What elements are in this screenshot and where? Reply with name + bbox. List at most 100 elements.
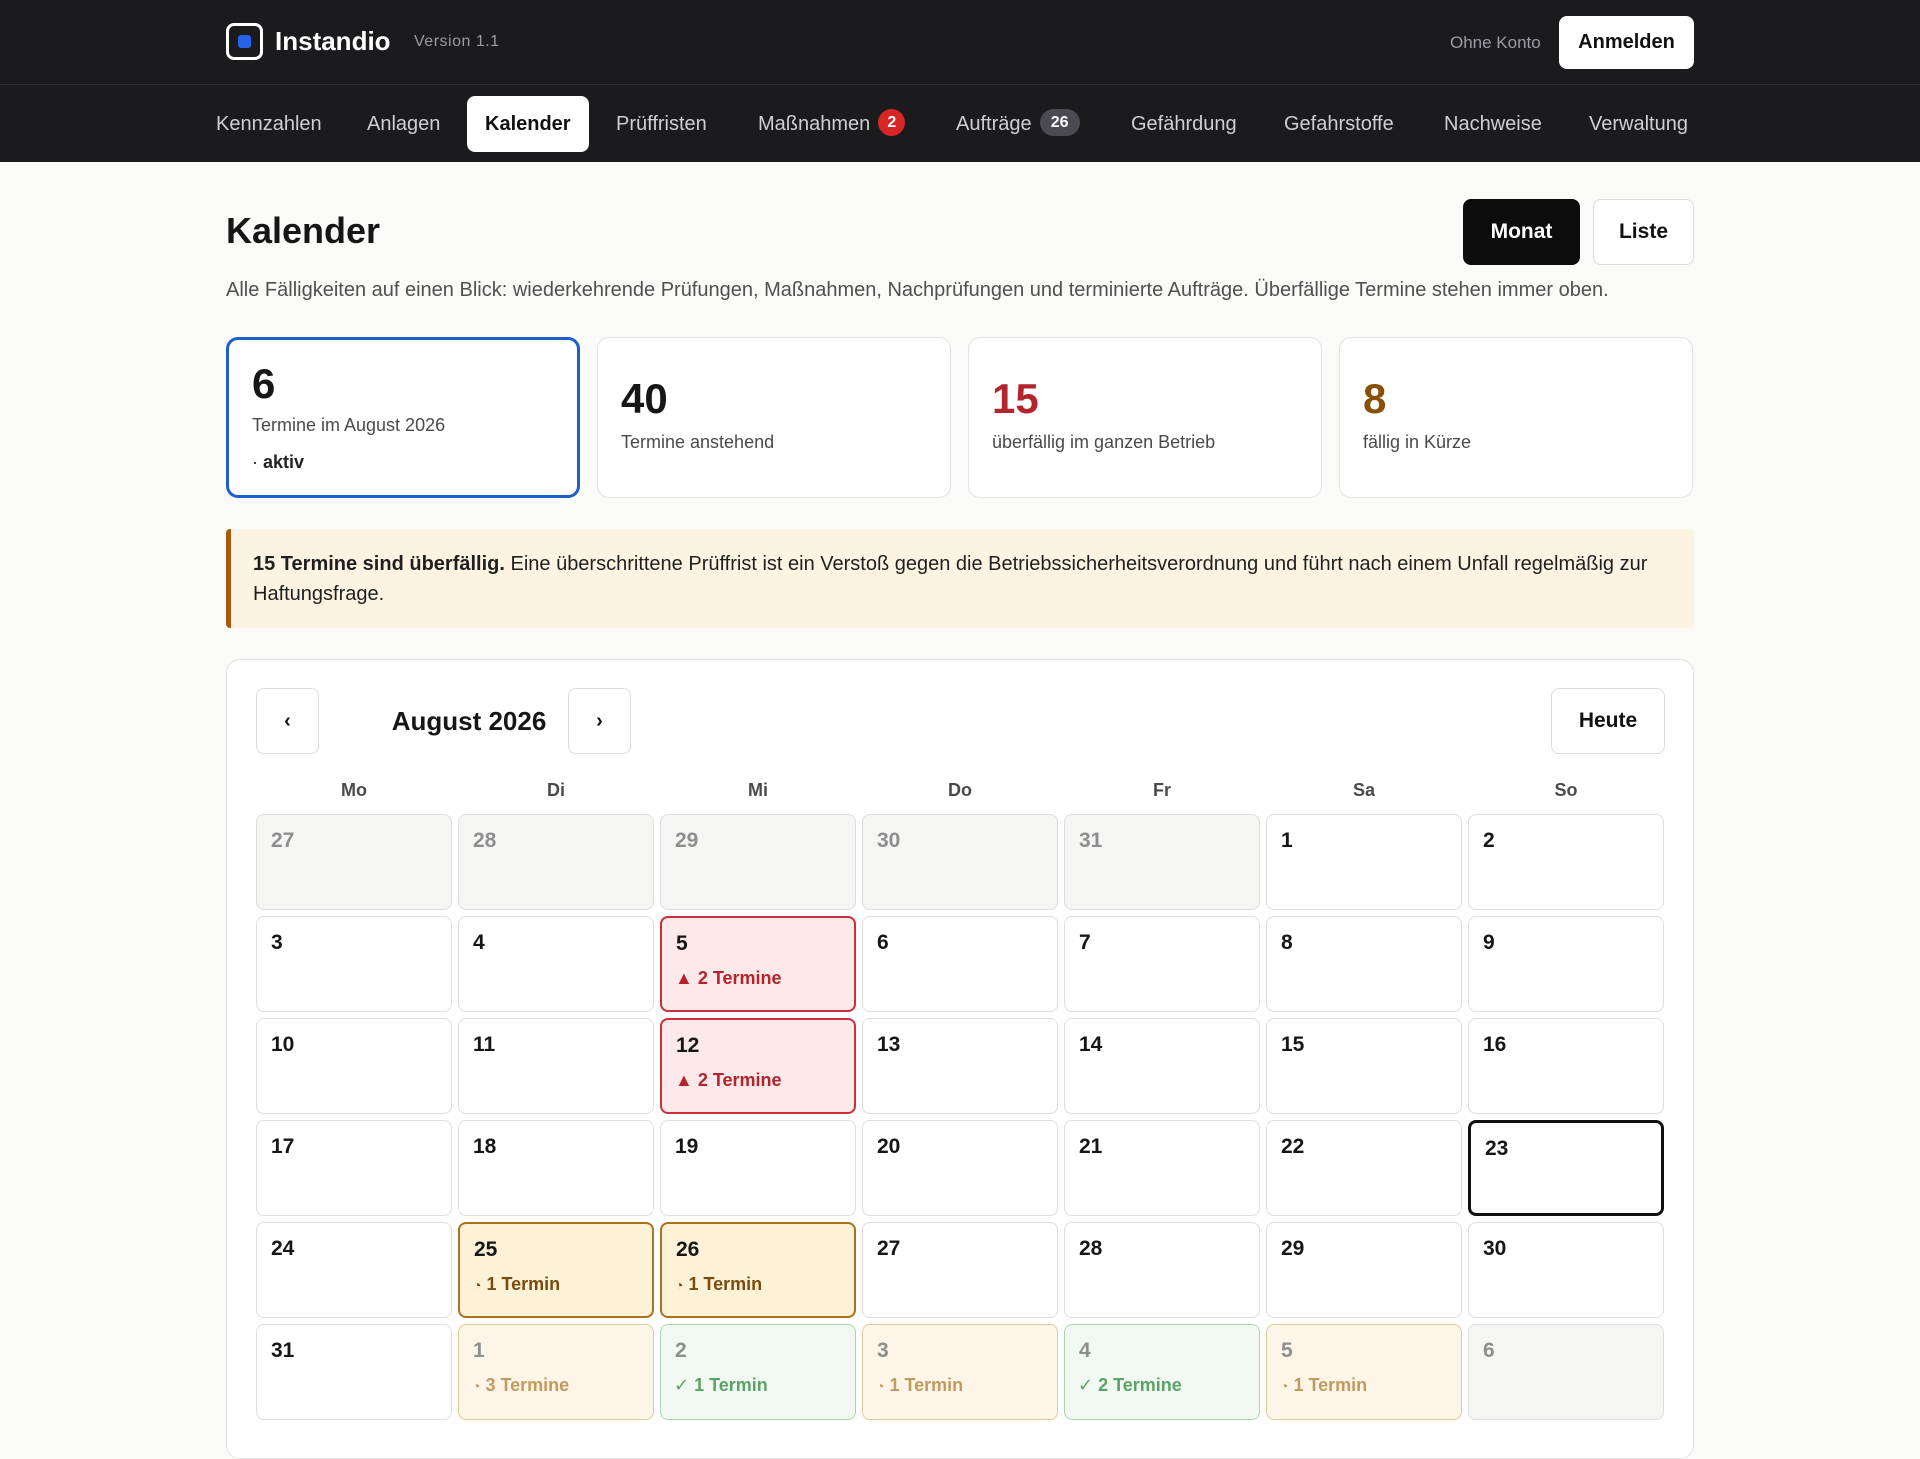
today-button[interactable]: Heute bbox=[1551, 688, 1665, 754]
day-number: 9 bbox=[1483, 931, 1495, 954]
day-number: 29 bbox=[1281, 1237, 1305, 1260]
day-number: 22 bbox=[1281, 1135, 1305, 1158]
next-month-button[interactable]: › bbox=[568, 688, 631, 754]
calendar-day[interactable]: 22 bbox=[1266, 1120, 1462, 1216]
day-number: 28 bbox=[1079, 1237, 1103, 1260]
stat-value: 8 bbox=[1363, 375, 1387, 422]
weekday-fr: Fr bbox=[1153, 780, 1171, 800]
calendar-day-today[interactable]: 23 bbox=[1468, 1120, 1664, 1216]
month-label: August 2026 bbox=[391, 706, 547, 736]
stat-card-due-soon[interactable]: 8 fällig in Kürze bbox=[1339, 337, 1693, 498]
nav-item-auftraege[interactable]: Aufträge 26 bbox=[956, 96, 1080, 152]
app-logo-icon[interactable] bbox=[226, 23, 263, 60]
nav-item-gefaehrdung[interactable]: Gefährdung bbox=[1131, 96, 1237, 152]
calendar-day[interactable]: 5 ▲ 2 Termine bbox=[660, 916, 856, 1012]
calendar-day[interactable]: 21 bbox=[1064, 1120, 1260, 1216]
calendar-day[interactable]: 19 bbox=[660, 1120, 856, 1216]
calendar-day[interactable]: 2 ✓ 1 Termin bbox=[660, 1324, 856, 1420]
calendar-day[interactable]: 7 bbox=[1064, 916, 1260, 1012]
view-month-button[interactable]: Monat bbox=[1463, 199, 1580, 265]
stat-label: Termine anstehend bbox=[621, 432, 775, 452]
event-count: 1 Termin bbox=[688, 1274, 763, 1294]
calendar-day[interactable]: 16 bbox=[1468, 1018, 1664, 1114]
day-number: 10 bbox=[271, 1033, 295, 1056]
massnahmen-count-badge: 2 bbox=[878, 109, 906, 137]
day-number: 7 bbox=[1079, 931, 1091, 954]
day-number: 15 bbox=[1281, 1033, 1305, 1056]
calendar-day[interactable]: 3 ◔ 1 Termin bbox=[862, 1324, 1058, 1420]
day-number: 25 bbox=[474, 1238, 498, 1261]
nav-item-anlagen[interactable]: Anlagen bbox=[367, 96, 440, 152]
event-count: 2 Termine bbox=[1098, 1375, 1182, 1395]
no-account-label: Ohne Konto bbox=[1450, 33, 1541, 52]
calendar-day[interactable]: 18 bbox=[458, 1120, 654, 1216]
calendar-day[interactable]: 10 bbox=[256, 1018, 452, 1114]
calendar-day[interactable]: 25 ◔ 1 Termin bbox=[458, 1222, 654, 1318]
calendar-panel: ‹ August 2026 › Heute Mo Di Mi Do Fr Sa So 27 28… bbox=[226, 659, 1694, 1459]
day-number: 3 bbox=[877, 1339, 889, 1362]
nav-item-gefahrstoffe[interactable]: Gefahrstoffe bbox=[1284, 96, 1394, 152]
day-number: 24 bbox=[271, 1237, 295, 1260]
calendar-day[interactable]: 26 ◔ 1 Termin bbox=[660, 1222, 856, 1318]
check-icon: ✓ bbox=[674, 1375, 690, 1395]
calendar-day[interactable]: 29 bbox=[660, 814, 856, 910]
stat-card-month[interactable]: 6 Termine im August 2026 · aktiv bbox=[226, 337, 580, 498]
calendar-day[interactable]: 12 ▲ 2 Termine bbox=[660, 1018, 856, 1114]
calendar-day[interactable]: 4 bbox=[458, 916, 654, 1012]
nav-item-verwaltung[interactable]: Verwaltung bbox=[1589, 96, 1688, 152]
calendar-day[interactable]: 4 ✓ 2 Termine bbox=[1064, 1324, 1260, 1420]
day-events: ✓ 1 Termin bbox=[674, 1375, 768, 1396]
calendar-day[interactable]: 30 bbox=[1468, 1222, 1664, 1318]
clock-icon: ◔ bbox=[876, 1378, 885, 1394]
warning-triangle-icon: ▲ bbox=[675, 968, 693, 988]
day-number: 17 bbox=[271, 1135, 295, 1158]
nav-item-kalender[interactable]: Kalender bbox=[467, 96, 589, 152]
weekday-mo: Mo bbox=[341, 780, 367, 800]
day-number: 8 bbox=[1281, 931, 1293, 954]
stat-value: 40 bbox=[621, 375, 668, 422]
calendar-day[interactable]: 1 bbox=[1266, 814, 1462, 910]
nav-item-massnahmen[interactable]: Maßnahmen 2 bbox=[758, 96, 906, 152]
calendar-day[interactable]: 9 bbox=[1468, 916, 1664, 1012]
day-number: 4 bbox=[473, 931, 485, 954]
day-number: 5 bbox=[676, 932, 688, 955]
calendar-day[interactable]: 30 bbox=[862, 814, 1058, 910]
calendar-day[interactable]: 5 ◔ 1 Termin bbox=[1266, 1324, 1462, 1420]
nav-item-prueffristen[interactable]: Prüffristen bbox=[616, 96, 707, 152]
login-button[interactable]: Anmelden bbox=[1559, 16, 1694, 69]
stat-card-overdue[interactable]: 15 überfällig im ganzen Betrieb bbox=[968, 337, 1322, 498]
calendar-day[interactable]: 31 bbox=[256, 1324, 452, 1420]
stat-card-upcoming[interactable]: 40 Termine anstehend bbox=[597, 337, 951, 498]
day-number: 26 bbox=[676, 1238, 700, 1261]
calendar-day[interactable]: 29 bbox=[1266, 1222, 1462, 1318]
calendar-day[interactable]: 14 bbox=[1064, 1018, 1260, 1114]
calendar-day[interactable]: 28 bbox=[1064, 1222, 1260, 1318]
calendar-day[interactable]: 15 bbox=[1266, 1018, 1462, 1114]
clock-icon: ◔ bbox=[675, 1277, 684, 1293]
day-number: 1 bbox=[473, 1339, 485, 1362]
calendar-day[interactable]: 3 bbox=[256, 916, 452, 1012]
calendar-day[interactable]: 11 bbox=[458, 1018, 654, 1114]
calendar-day[interactable]: 2 bbox=[1468, 814, 1664, 910]
day-number: 11 bbox=[473, 1033, 496, 1056]
calendar-day[interactable]: 1 ◔ 3 Termine bbox=[458, 1324, 654, 1420]
calendar-day[interactable]: 17 bbox=[256, 1120, 452, 1216]
calendar-day[interactable]: 13 bbox=[862, 1018, 1058, 1114]
calendar-day[interactable]: 31 bbox=[1064, 814, 1260, 910]
view-list-button[interactable]: Liste bbox=[1593, 199, 1694, 265]
calendar-day[interactable]: 8 bbox=[1266, 916, 1462, 1012]
calendar-day[interactable]: 27 bbox=[256, 814, 452, 910]
calendar-day[interactable]: 6 bbox=[862, 916, 1058, 1012]
calendar-day[interactable]: 6 bbox=[1468, 1324, 1664, 1420]
nav-item-nachweise[interactable]: Nachweise bbox=[1444, 96, 1542, 152]
day-number: 27 bbox=[877, 1237, 901, 1260]
calendar-day[interactable]: 20 bbox=[862, 1120, 1058, 1216]
day-number: 28 bbox=[473, 829, 497, 852]
calendar-day[interactable]: 27 bbox=[862, 1222, 1058, 1318]
nav-item-kennzahlen[interactable]: Kennzahlen bbox=[216, 96, 322, 152]
calendar-day[interactable]: 28 bbox=[458, 814, 654, 910]
calendar-day[interactable]: 24 bbox=[256, 1222, 452, 1318]
prev-month-button[interactable]: ‹ bbox=[256, 688, 319, 754]
app-name[interactable]: Instandio bbox=[275, 26, 391, 57]
day-number: 21 bbox=[1079, 1135, 1103, 1158]
